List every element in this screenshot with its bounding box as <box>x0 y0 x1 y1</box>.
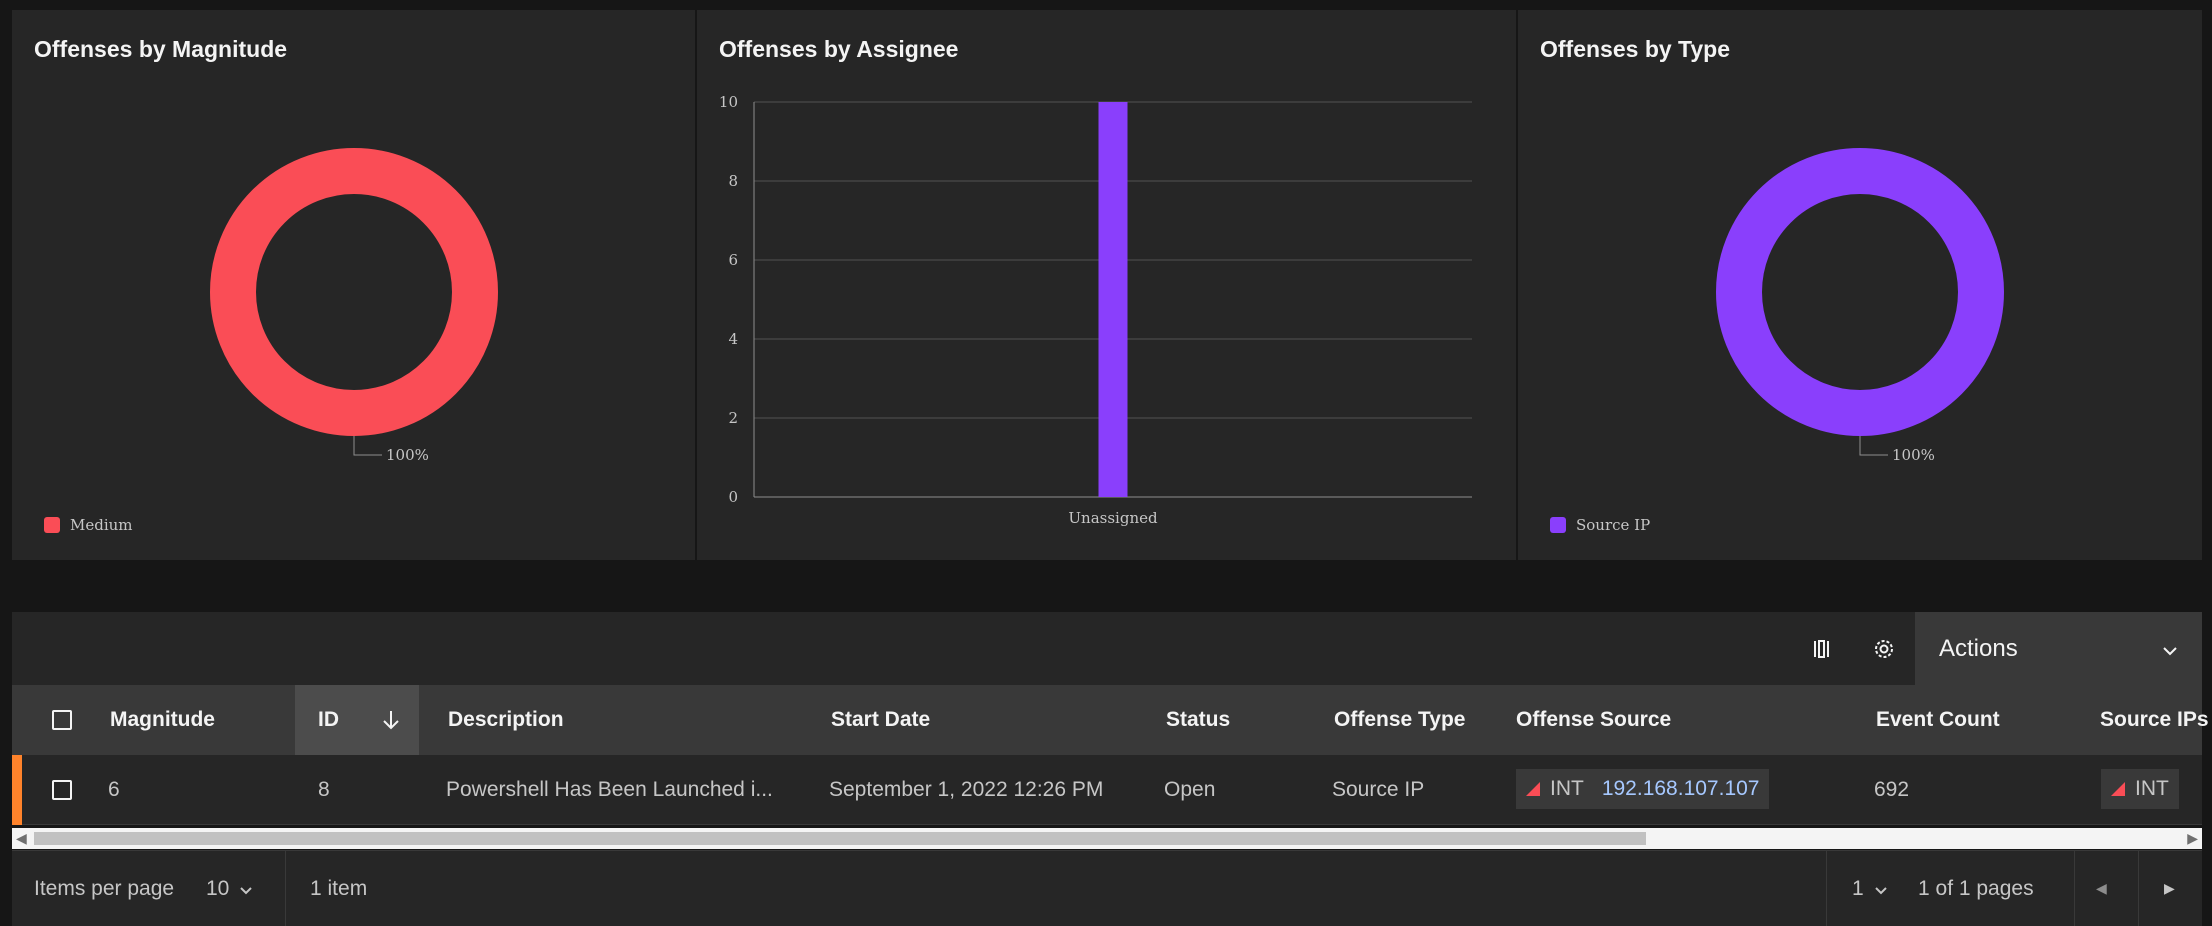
type-percent-label: 100% <box>1892 446 1935 464</box>
items-per-page-select[interactable]: 10 <box>206 851 253 926</box>
legend-label-medium: Medium <box>70 516 133 534</box>
type-leader-line <box>1859 436 1888 456</box>
header-description[interactable]: Description <box>448 685 564 755</box>
header-offense-type[interactable]: Offense Type <box>1334 685 1465 755</box>
header-magnitude[interactable]: Magnitude <box>110 685 215 755</box>
row-checkbox[interactable] <box>52 780 72 800</box>
header-start-date[interactable]: Start Date <box>831 685 930 755</box>
cell-description[interactable]: Powershell Has Been Launched i... <box>446 755 773 825</box>
severity-triangle-icon <box>1526 782 1540 796</box>
y-tick-label: 8 <box>728 172 738 190</box>
table-header: Magnitude ID Description Start Date Stat… <box>12 685 2209 755</box>
gear-icon[interactable] <box>1853 612 1915 685</box>
magnitude-slice[interactable] <box>210 148 498 436</box>
magnitude-donut-chart: 100% <box>210 148 498 464</box>
type-chart-panel: Offenses by Type 100% Source IP <box>1518 10 2202 560</box>
legend-swatch-medium <box>44 517 60 533</box>
y-tick-label: 2 <box>728 409 738 427</box>
chevron-down-icon <box>1874 877 1888 901</box>
y-tick-label: 6 <box>728 251 738 269</box>
select-all-checkbox[interactable] <box>52 710 72 730</box>
page-of-label: 1 of 1 pages <box>1918 876 2034 900</box>
cell-id: 8 <box>318 778 330 801</box>
x-tick-label: Unassigned <box>1068 509 1158 527</box>
id-column-sorted-bg <box>295 685 419 755</box>
header-status[interactable]: Status <box>1166 685 1230 755</box>
table-row[interactable]: 6 8 Powershell Has Been Launched i... Se… <box>12 755 2202 825</box>
table-toolbar: Actions <box>12 612 2202 685</box>
scroll-right-arrow-icon[interactable]: ▶ <box>2187 830 2198 847</box>
cell-magnitude: 6 <box>108 778 120 801</box>
items-per-page-label: Items per page <box>34 876 175 900</box>
offense-source-tag-label: INT <box>1550 777 1584 800</box>
chevron-down-icon <box>239 877 253 901</box>
type-slice[interactable] <box>1716 148 2004 436</box>
arrow-down-icon[interactable] <box>382 685 400 755</box>
y-tick-label: 10 <box>719 93 738 111</box>
type-legend[interactable]: Source IP <box>1550 516 1650 534</box>
cell-event-count: 692 <box>1874 778 1910 801</box>
horizontal-scrollbar[interactable]: ◀ ▶ <box>12 828 2202 849</box>
header-event-count[interactable]: Event Count <box>1876 685 2000 755</box>
pagination-divider <box>285 851 286 926</box>
next-page-icon[interactable]: ▶ <box>2164 851 2175 926</box>
page-value: 1 <box>1852 876 1864 900</box>
scrollbar-thumb[interactable] <box>34 832 1646 845</box>
magnitude-leader-line <box>353 436 382 456</box>
y-tick-label: 4 <box>728 330 738 348</box>
cell-start-date: September 1, 2022 12:26 PM <box>829 778 1104 801</box>
header-id[interactable]: ID <box>318 685 339 755</box>
actions-dropdown[interactable]: Actions <box>1915 612 2202 685</box>
column-settings-icon[interactable] <box>1791 612 1853 685</box>
actions-label: Actions <box>1939 634 2018 662</box>
assignee-bar-chart: 0 2 4 6 8 10 Unassigned <box>719 93 1472 527</box>
previous-page-icon[interactable]: ◀ <box>2096 851 2107 926</box>
row-severity-marker <box>12 755 22 825</box>
pagination-bar: Items per page 10 1 item 1 1 of 1 pages … <box>12 850 2202 926</box>
assignee-chart-panel: Offenses by Assignee 0 2 4 6 8 10 Unassigned <box>697 10 1516 560</box>
cell-status: Open <box>1164 778 1216 801</box>
items-per-page-value: 10 <box>206 876 230 900</box>
pagination-divider <box>1826 851 1827 926</box>
bar-unassigned[interactable] <box>1098 102 1128 497</box>
item-count: 1 item <box>310 876 368 900</box>
source-ips-tag-label: INT <box>2135 777 2169 800</box>
page-select[interactable]: 1 <box>1852 851 1888 926</box>
header-source-ips[interactable]: Source IPs <box>2100 685 2209 755</box>
y-tick-label: 0 <box>728 488 738 506</box>
cell-offense-type: Source IP <box>1332 778 1425 801</box>
header-offense-source[interactable]: Offense Source <box>1516 685 1671 755</box>
magnitude-legend[interactable]: Medium <box>44 516 133 534</box>
source-ips-tag[interactable]: INT <box>2101 769 2179 809</box>
legend-swatch-source-ip <box>1550 517 1566 533</box>
scroll-left-arrow-icon[interactable]: ◀ <box>16 830 27 847</box>
pagination-divider <box>2138 851 2139 926</box>
type-donut-chart: 100% <box>1716 148 2004 464</box>
offense-source-tag[interactable]: INT 192.168.107.107 <box>1516 769 1770 809</box>
magnitude-chart-panel: Offenses by Magnitude 100% Medium <box>12 10 695 560</box>
legend-label-source-ip: Source IP <box>1576 516 1651 534</box>
chevron-down-icon <box>2162 635 2178 663</box>
severity-triangle-icon <box>2111 782 2125 796</box>
pagination-divider <box>2074 851 2075 926</box>
offense-source-ip-link[interactable]: 192.168.107.107 <box>1602 777 1760 801</box>
magnitude-percent-label: 100% <box>386 446 429 464</box>
